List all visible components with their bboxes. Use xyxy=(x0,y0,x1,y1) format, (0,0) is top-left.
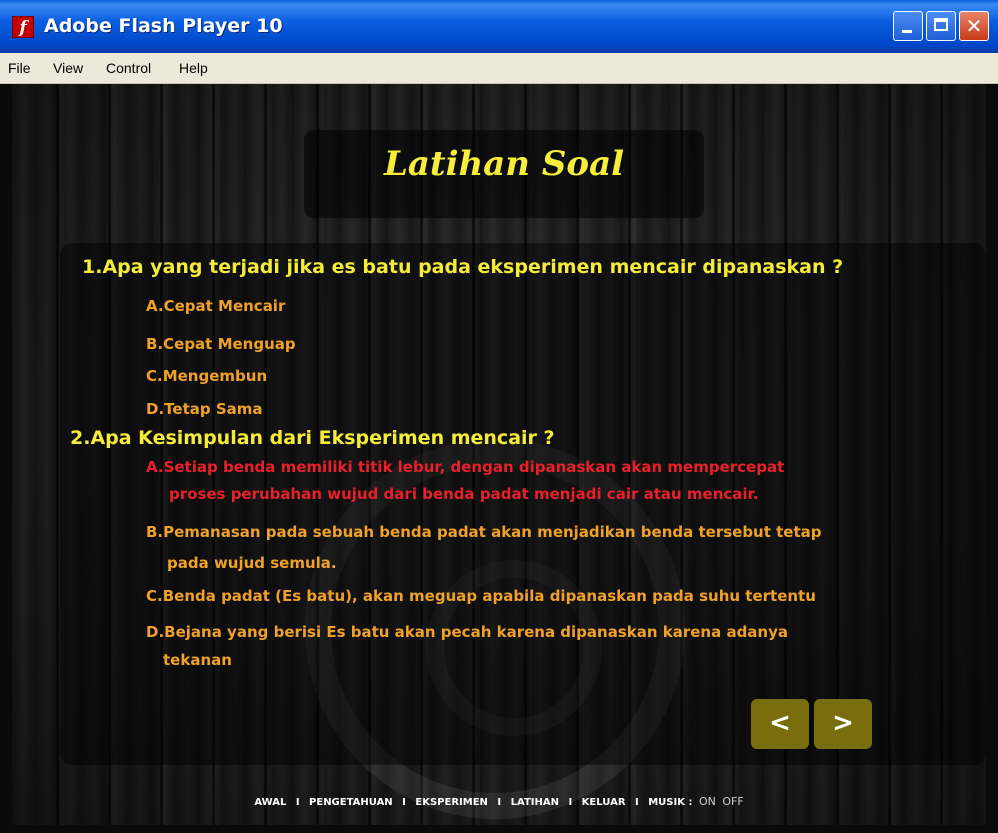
music-on-button[interactable]: ON xyxy=(699,795,716,808)
question-2-option-d-cont[interactable]: tekanan xyxy=(163,645,232,676)
question-1: 1.Apa yang terjadi jika es batu pada eks… xyxy=(82,256,844,278)
maximize-button[interactable] xyxy=(926,11,956,41)
menu-help[interactable]: Help xyxy=(179,60,208,76)
window-title: Adobe Flash Player 10 xyxy=(44,15,283,37)
menu-view[interactable]: View xyxy=(53,60,83,76)
footer-separator: I xyxy=(497,797,502,808)
question-2-option-b-cont[interactable]: pada wujud semula. xyxy=(167,548,337,579)
title-panel: Latihan Soal xyxy=(304,130,704,218)
question-1-option-c[interactable]: C.Mengembun xyxy=(146,361,267,392)
question-2: 2.Apa Kesimpulan dari Eksperimen mencair… xyxy=(70,427,555,449)
question-1-option-b[interactable]: B.Cepat Menguap xyxy=(146,329,296,360)
title-bar[interactable]: f Adobe Flash Player 10 ✕ xyxy=(0,0,998,53)
footer-label-musik: MUSIK : xyxy=(648,797,693,808)
footer-link-latihan[interactable]: LATIHAN xyxy=(511,797,559,808)
footer-link-awal[interactable]: AWAL xyxy=(254,797,286,808)
menu-file[interactable]: File xyxy=(8,60,31,76)
minimize-button[interactable] xyxy=(893,11,923,41)
footer-link-keluar[interactable]: KELUAR xyxy=(582,797,626,808)
question-2-option-b[interactable]: B.Pemanasan pada sebuah benda padat akan… xyxy=(146,517,822,548)
footer-link-eksperimen[interactable]: EKSPERIMEN xyxy=(415,797,488,808)
maximize-icon xyxy=(934,18,948,31)
question-2-option-c[interactable]: C.Benda padat (Es batu), akan meguap apa… xyxy=(146,581,816,612)
footer-link-pengetahuan[interactable]: PENGETAHUAN xyxy=(309,797,393,808)
page-title: Latihan Soal xyxy=(383,144,625,184)
next-button[interactable]: > xyxy=(814,699,872,749)
close-button[interactable]: ✕ xyxy=(959,11,989,41)
menu-control[interactable]: Control xyxy=(106,60,151,76)
footer-separator: I xyxy=(402,797,406,808)
flash-player-window: f Adobe Flash Player 10 ✕ File View Cont… xyxy=(0,0,998,833)
question-1-option-d[interactable]: D.Tetap Sama xyxy=(146,394,263,425)
music-off-button[interactable]: OFF xyxy=(722,795,743,808)
question-1-option-a[interactable]: A.Cepat Mencair xyxy=(146,291,285,322)
close-icon: ✕ xyxy=(965,14,983,38)
footer-nav: AWAL I PENGETAHUAN I EKSPERIMEN I LATIHA… xyxy=(12,795,986,815)
flash-stage: Latihan Soal 1.Apa yang terjadi jika es … xyxy=(12,84,986,825)
footer-separator: I xyxy=(635,797,639,808)
question-2-option-a-cont[interactable]: proses perubahan wujud dari benda padat … xyxy=(169,479,759,510)
footer-separator: I xyxy=(568,797,573,808)
menu-bar: File View Control Help xyxy=(0,53,998,84)
footer-separator: I xyxy=(295,797,300,808)
prev-button[interactable]: < xyxy=(751,699,809,749)
flash-logo-icon: f xyxy=(12,16,34,38)
minimize-icon xyxy=(902,30,912,33)
question-2-option-d[interactable]: D.Bejana yang berisi Es batu akan pecah … xyxy=(146,617,788,648)
